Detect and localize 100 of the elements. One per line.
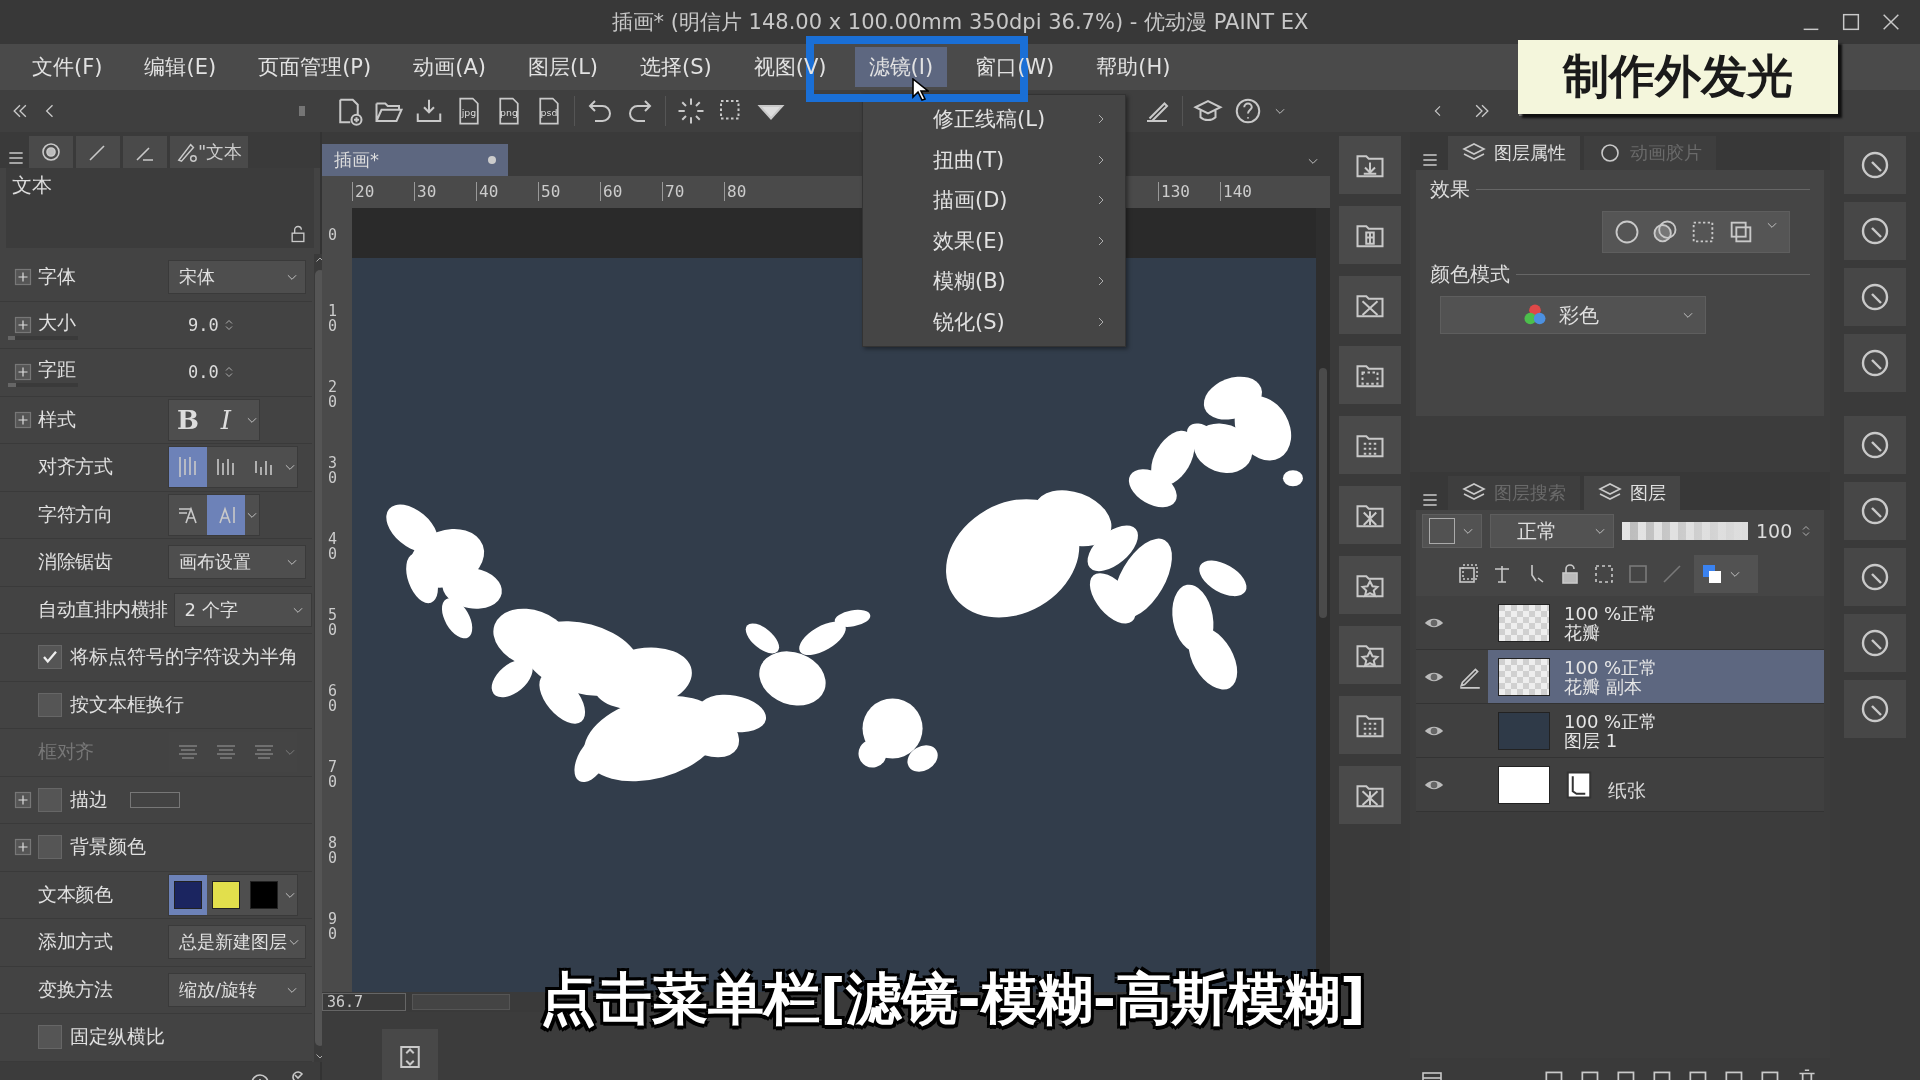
menu-item[interactable]: 图层(L) [513,47,613,87]
zoom-field[interactable]: 36.7 [322,992,406,1011]
ruler-number: 70 [662,182,685,201]
menu-item[interactable]: 滤镜(I) [854,47,948,87]
tool-tab[interactable]: "文本 [170,136,249,168]
checkbox-label: 按文本框换行 [70,691,184,717]
value-text: 9.0 [188,314,219,335]
panel-tab[interactable]: 图层 [1584,476,1680,510]
section-label: 效果 [1430,176,1810,203]
slider[interactable] [8,335,78,340]
ruler-number: 20 [352,182,375,201]
section-label: 颜色模式 [1430,261,1810,288]
layer-color-icon[interactable] [1700,562,1724,586]
paper-icon [1564,769,1594,800]
checkbox-label: 将标点符号的字符设为半角 [70,644,298,670]
ruler-number: 60 [328,684,339,714]
ruler-number: 40 [476,182,499,201]
ruler-number: 20 [328,380,339,410]
dropdown[interactable]: 缩放/旋转 [168,972,306,1007]
clip-icon[interactable] [1456,562,1480,586]
field-label: 字体 [38,264,76,290]
opacity-slider[interactable] [1622,522,1748,540]
checkbox-label: 固定纵横比 [70,1024,165,1050]
checkbox[interactable] [38,1025,62,1050]
layer-row[interactable]: 100 %正常 花瓣 副本 [1488,650,1824,703]
menu-item[interactable]: 选择(S) [626,47,726,87]
dropdown[interactable]: 画布设置 [168,545,306,580]
value-text: 0.0 [188,362,219,383]
expand-icon[interactable] [14,838,32,857]
menu-item[interactable]: 编辑(E) [130,47,231,87]
border-effect-icon[interactable] [1613,218,1641,246]
menu-item[interactable]: 模糊(B) [863,261,1125,302]
close-icon[interactable] [1880,11,1902,33]
menu-item[interactable]: 扭曲(T) [863,139,1125,180]
help-icon[interactable] [1233,96,1263,126]
dropdown[interactable]: 宋体 [168,260,306,295]
menu-item[interactable]: 动画(A) [399,47,500,87]
layer-name: 花瓣 副本 [1564,676,1642,696]
ruler-number: 130 [1158,182,1190,201]
expand-icon[interactable] [14,410,32,429]
color-swatch[interactable] [174,880,202,909]
ruler-number: 30 [414,182,437,201]
ruler-number: 60 [600,182,623,201]
checkbox[interactable] [38,787,62,812]
alignment-option[interactable] [169,447,207,488]
ruler-number: 70 [328,760,339,790]
checkbox[interactable] [38,645,62,670]
text-direction-option[interactable] [207,494,245,535]
document-tab[interactable]: 插画* [322,144,508,176]
field-label: 大小 [38,309,77,335]
menu-item[interactable]: 效果(E) [863,220,1125,261]
menu-item[interactable]: 页面管理(P) [244,47,386,87]
field-label: 样式 [38,406,76,432]
layer-name: 花瓣 [1564,622,1601,642]
slider[interactable] [8,383,78,388]
expand-icon[interactable] [14,268,32,287]
color-swatch[interactable] [250,880,278,909]
scrollbar-thumb[interactable] [1319,368,1327,618]
blend-mode-dropdown[interactable]: 正常 [1490,514,1614,548]
ruler-number: 50 [538,182,561,201]
checkbox-label: 描边 [70,786,108,812]
checkbox[interactable] [38,835,62,860]
circle-tool-icon[interactable] [39,140,63,164]
cursor-icon [912,78,929,101]
field-label: 自动直排内横排 [38,596,168,622]
field-label: 消除锯齿 [38,549,113,575]
bold-button[interactable]: B [169,399,207,440]
menu-item[interactable]: 修正线稿(L) [863,99,1125,140]
ruler-number: 0 [328,228,339,243]
layer-info: 100 %正常 [1564,711,1658,731]
ruler-number: 140 [1220,182,1252,201]
field-label: 添加方式 [38,929,113,955]
panel-tab[interactable]: 图层属性 [1448,136,1580,170]
maximize-icon[interactable] [1840,11,1862,33]
menu-item[interactable]: 文件(F) [18,47,117,87]
dropdown[interactable]: 总是新建图层 [168,925,306,960]
window-title: 插画* (明信片 148.00 x 100.00mm 350dpi 36.7%) - 优动漫 PAINT EX [611,9,1309,36]
expand-icon[interactable] [14,790,32,809]
loading-icon[interactable] [676,96,706,126]
menu-item[interactable]: 描画(D) [863,180,1125,221]
expand-icon[interactable] [14,363,32,382]
dropdown[interactable]: 2 个字 [173,592,312,627]
color-mode-dropdown[interactable]: 彩色 [1440,296,1706,334]
menu-item[interactable]: 帮助(H) [1082,47,1185,87]
menu-item[interactable]: 锐化(S) [863,301,1125,342]
color-swatch[interactable] [212,880,240,909]
field-label: 字距 [38,357,77,383]
checkbox[interactable] [38,692,62,717]
text-tool-icon [176,141,198,163]
opacity-value: 100 [1756,520,1793,542]
checkbox-label: 背景颜色 [70,834,146,860]
layer-color-dropdown[interactable] [1422,514,1482,548]
ruler-number: 40 [328,532,339,562]
ruler-number: 50 [328,608,339,638]
ruler-number: 80 [724,182,747,201]
expand-icon[interactable] [14,315,32,334]
field-label: 对齐方式 [38,454,113,480]
layer-info: 100 %正常 [1564,603,1658,623]
lock-transparent-icon[interactable] [1592,562,1616,586]
italic-button[interactable]: I [207,399,245,440]
